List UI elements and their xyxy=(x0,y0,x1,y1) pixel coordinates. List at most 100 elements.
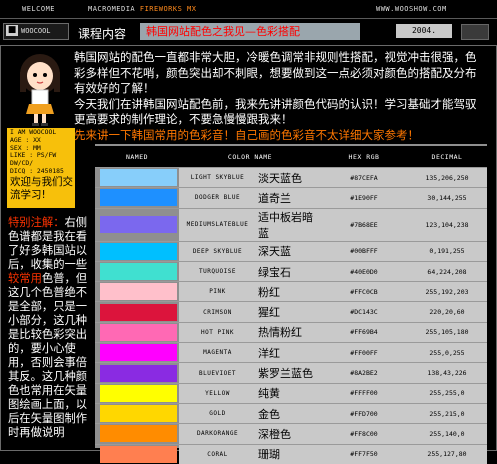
swatch-cell xyxy=(95,443,179,464)
color-name-en: BLUEVIOET xyxy=(179,362,256,384)
title-bar: ■ WOOCOOL 课程内容 韩国网站配色之我见—色彩搭配 2004. xyxy=(0,19,497,45)
color-name-en: YELLOW xyxy=(179,382,256,404)
nav-product-accent: FIREWORKS MX xyxy=(139,5,197,13)
color-name-en: GOLD xyxy=(179,402,256,424)
decimal-value: 123,104,238 xyxy=(407,207,487,242)
hex-value: #FFD700 xyxy=(321,402,407,424)
color-swatch xyxy=(100,344,177,362)
hex-value: #7B68EE xyxy=(321,207,407,242)
hex-value: #FFFF00 xyxy=(321,382,407,404)
color-swatch xyxy=(100,283,177,301)
table-row: CRIMSON 猩红 #DC143C 220,20,60 xyxy=(95,301,487,323)
section-label: 课程内容 xyxy=(78,27,127,41)
col-hex: HEX RGB xyxy=(321,146,407,168)
intro-para-3: 先来讲一下韩国常用的色彩音！自己画的色彩音不太详细大家参考！ xyxy=(74,127,419,142)
hex-value: #FF69B4 xyxy=(321,321,407,343)
color-name-en: HOT PINK xyxy=(179,321,256,343)
logo-text: WOOCOOL xyxy=(21,27,51,35)
color-swatch xyxy=(100,384,177,402)
decimal-value: 255,105,180 xyxy=(407,321,487,343)
hex-value: #DC143C xyxy=(321,301,407,323)
color-swatch xyxy=(100,216,177,234)
swatch-cell xyxy=(95,362,179,384)
intro-para-2: 今天我们在讲韩国网站配色前，我来先讲讲颜色代码的认识！学习基础才能驾驭更高要求的… xyxy=(74,96,477,127)
color-name-en: DODGER BLUE xyxy=(179,187,256,209)
hex-value: #87CEFA xyxy=(321,166,407,188)
col-named: NAMED xyxy=(95,146,179,168)
table-row: CORAL 珊瑚 #FF7F50 255,127,80 xyxy=(95,443,487,464)
color-name-en: LIGHT SKYBLUE xyxy=(179,166,256,188)
color-name-en: CRIMSON xyxy=(179,301,256,323)
decimal-value: 138,43,226 xyxy=(407,362,487,384)
table-row: DEEP SKYBLUE 深天蓝 #00BFFF 0,191,255 xyxy=(95,240,487,262)
color-name-en: DEEP SKYBLUE xyxy=(179,240,256,262)
hex-value: #FF8C00 xyxy=(321,423,407,445)
table-row: HOT PINK 热情粉红 #FF69B4 255,105,180 xyxy=(95,321,487,343)
decimal-value: 255,215,0 xyxy=(407,402,487,424)
hex-value: #1E90FF xyxy=(321,187,407,209)
color-name-en: MAGENTA xyxy=(179,342,256,363)
color-swatch xyxy=(100,303,177,321)
decimal-value: 220,20,60 xyxy=(407,301,487,323)
hex-value: #FF00FF xyxy=(321,342,407,363)
color-name-en: CORAL xyxy=(179,443,256,464)
intro-para-1: 韩国网站的配色一直都非常大胆，冷暖色调常非规则性搭配，视觉冲击很强，色彩多样但不… xyxy=(74,50,477,95)
color-name-en: PINK xyxy=(179,281,256,302)
nav-site-link[interactable]: WWW.WOOSHOW.COM xyxy=(376,5,447,13)
table-header-row: NAMED COLOR NAME HEX RGB DECIMAL xyxy=(95,146,487,168)
color-name-zh: 纯黄 xyxy=(256,382,321,404)
notes-highlight: 较常用 xyxy=(8,272,42,285)
col-decimal: DECIMAL xyxy=(407,146,487,168)
table-row: BLUEVIOET 紫罗兰蓝色 #8A2BE2 138,43,226 xyxy=(95,362,487,384)
swatch-cell xyxy=(95,321,179,343)
decimal-value: 64,224,208 xyxy=(407,260,487,282)
end-block xyxy=(461,24,489,40)
profile-card: I AM WOOCOOL AGE : XX SEX : MM LIKE : PS… xyxy=(7,128,75,208)
color-table: NAMED COLOR NAME HEX RGB DECIMAL LIGHT S… xyxy=(95,146,487,464)
color-name-en: MEDIUMSLATEBLUE xyxy=(179,207,256,242)
table-row: TURQUOISE 绿宝石 #40E0D0 64,224,208 xyxy=(95,260,487,282)
decimal-value: 255,127,80 xyxy=(407,443,487,464)
decimal-value: 0,191,255 xyxy=(407,240,487,262)
color-name-zh: 紫罗兰蓝色 xyxy=(256,362,321,384)
color-table-panel: NAMED COLOR NAME HEX RGB DECIMAL LIGHT S… xyxy=(95,144,487,464)
nav-welcome[interactable]: WELCOME xyxy=(22,5,55,13)
color-name-zh: 深天蓝 xyxy=(256,240,321,262)
hex-value: #00BFFF xyxy=(321,240,407,262)
swatch-cell xyxy=(95,402,179,424)
table-row: MAGENTA 洋红 #FF00FF 255,0,255 xyxy=(95,342,487,363)
decimal-value: 30,144,255 xyxy=(407,187,487,209)
color-name-zh: 粉红 xyxy=(256,281,321,302)
nav-product[interactable]: MACROMEDIA FIREWORKS MX xyxy=(88,5,196,13)
table-row: PINK 粉红 #FFC0CB 255,192,203 xyxy=(95,281,487,302)
color-swatch xyxy=(100,242,177,260)
color-name-zh: 适中板岩暗蓝 xyxy=(256,207,321,242)
swatch-cell xyxy=(95,240,179,262)
table-row: YELLOW 纯黄 #FFFF00 255,255,0 xyxy=(95,382,487,404)
decimal-value: 135,206,250 xyxy=(407,166,487,188)
girl-avatar-icon xyxy=(20,54,60,126)
swatch-cell xyxy=(95,166,179,188)
hex-value: #8A2BE2 xyxy=(321,362,407,384)
color-swatch xyxy=(100,364,177,382)
color-name-zh: 猩红 xyxy=(256,301,321,323)
top-nav: WELCOME MACROMEDIA FIREWORKS MX WWW.WOOS… xyxy=(0,0,497,19)
color-swatch xyxy=(100,425,177,443)
notes-text-b: 色普，但这几个色普绝不是全部，只是一小部分，这几种是比较色彩突出的，要小心使用，… xyxy=(8,272,88,439)
color-swatch xyxy=(100,445,177,463)
swatch-cell xyxy=(95,301,179,323)
notes-heading: 特别注解： xyxy=(8,216,65,229)
profile-line: DICQ : 2450185 xyxy=(10,166,64,175)
hex-value: #FFC0CB xyxy=(321,281,407,302)
table-body: LIGHT SKYBLUE 淡天蓝色 #87CEFA 135,206,250 DODGE… xyxy=(95,166,487,464)
hex-value: #40E0D0 xyxy=(321,260,407,282)
logo-box[interactable]: ■ WOOCOOL xyxy=(3,23,69,40)
nav-product-label: MACROMEDIA xyxy=(88,5,136,13)
hex-value: #FF7F50 xyxy=(321,443,407,464)
swatch-cell xyxy=(95,207,179,242)
color-name-zh: 道奇兰 xyxy=(256,187,321,209)
swatch-cell xyxy=(95,260,179,282)
table-row: LIGHT SKYBLUE 淡天蓝色 #87CEFA 135,206,250 xyxy=(95,166,487,188)
col-color-name: COLOR NAME xyxy=(179,146,321,168)
swatch-cell xyxy=(95,281,179,302)
